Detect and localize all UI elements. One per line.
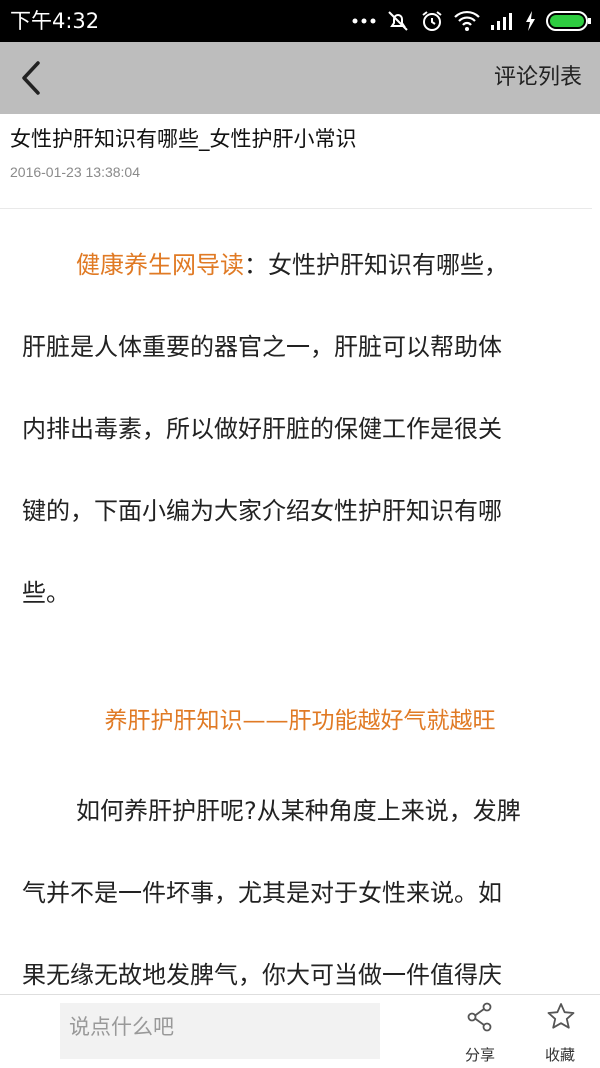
collect-button[interactable]: 收藏 [528, 999, 592, 1065]
charging-icon [524, 10, 536, 32]
article-line: 内排出毒素，所以做好肝脏的保健工作是很关 [22, 415, 502, 443]
app-bar: 评论列表 [0, 42, 600, 114]
intro-colon: ： [244, 251, 268, 279]
status-time: 下午4:32 [10, 9, 100, 33]
wifi-icon [454, 10, 480, 32]
article-line: 气并不是一件坏事，尤其是对于女性来说。如 [22, 879, 502, 907]
article-line: 肝脏是人体重要的器官之一，肝脏可以帮助体 [22, 333, 502, 361]
bottom-bar: 说点什么吧 分享 收藏 [0, 994, 600, 1068]
intro-source: 健康养生网导读 [76, 251, 244, 279]
comment-input[interactable]: 说点什么吧 [60, 1003, 380, 1059]
mute-icon [386, 9, 410, 33]
article-line: 键的，下面小编为大家介绍女性护肝知识有哪 [22, 497, 502, 525]
share-button[interactable]: 分享 [448, 999, 512, 1065]
article-title: 女性护肝知识有哪些_女性护肝小常识 [10, 127, 357, 151]
article-date: 2016-01-23 13:38:04 [10, 164, 140, 180]
comment-list-link[interactable]: 评论列表 [494, 62, 582, 94]
article-line: 如何养肝护肝呢?从某种角度上来说，发脾 [76, 797, 521, 825]
collect-label: 收藏 [544, 1046, 575, 1064]
section-heading: 养肝护肝知识——肝功能越好气就越旺 [104, 708, 496, 734]
alarm-icon [420, 9, 444, 33]
article-body: 健康养生网导读：女性护肝知识有哪些， 肝脏是人体重要的器官之一，肝脏可以帮助体 … [22, 230, 578, 1022]
article-line: 些。 [22, 579, 70, 607]
share-label: 分享 [464, 1046, 495, 1064]
battery-icon [546, 10, 592, 32]
status-icons [352, 6, 592, 36]
more-dots-icon [352, 17, 376, 25]
header-divider [0, 208, 592, 209]
intro-line: 健康养生网导读：女性护肝知识有哪些， [22, 230, 578, 312]
status-bar: 下午4:32 [0, 0, 600, 42]
signal-icon [490, 11, 514, 31]
back-button[interactable] [12, 52, 56, 104]
back-arrow-icon [12, 61, 56, 108]
intro-text: 女性护肝知识有哪些， [268, 251, 508, 279]
